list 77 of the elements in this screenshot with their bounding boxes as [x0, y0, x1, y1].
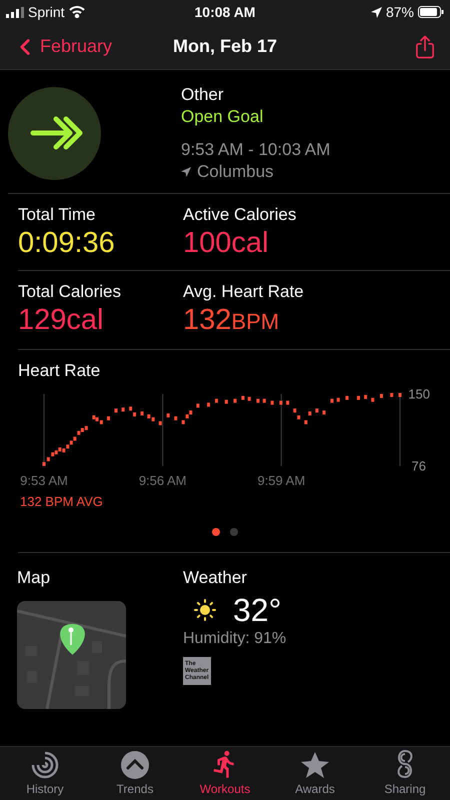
- data-point: [390, 392, 394, 397]
- location-arrow-icon: [181, 167, 191, 177]
- tab-bar-item[interactable]: Trends: [90, 747, 180, 800]
- location-arrow-icon: [370, 6, 382, 18]
- data-point: [140, 411, 144, 416]
- data-point: [214, 398, 218, 403]
- sun-icon: [193, 598, 217, 622]
- axis-label: 9:53 AM: [20, 473, 68, 488]
- axis-label: 9:56 AM: [138, 473, 187, 488]
- data-point: [256, 398, 260, 403]
- data-point: [166, 413, 170, 418]
- data-point: [122, 408, 125, 412]
- workout-location: Columbus: [197, 161, 274, 183]
- workout-time-range: 9:53 AM - 10:03 AM: [181, 139, 330, 161]
- carrier-name: Sprint: [28, 2, 65, 22]
- chevron-up-icon: [121, 751, 149, 779]
- axis-label: 76: [412, 458, 426, 474]
- back-button[interactable]: February: [12, 33, 132, 60]
- tab-bar-item[interactable]: Workouts: [180, 747, 270, 800]
- stat-label: Total Calories: [18, 281, 122, 303]
- axis-label: 9:59 AM: [257, 473, 306, 488]
- workout-goal: Open Goal: [181, 106, 264, 128]
- stat-value: 100cal: [183, 226, 270, 260]
- page-title: Mon, Feb 17: [172, 35, 277, 58]
- data-point: [182, 420, 185, 424]
- data-point: [286, 400, 290, 405]
- stat-label: Total Time: [18, 204, 96, 226]
- data-point: [398, 392, 402, 397]
- stat-value: 129cal: [18, 303, 104, 337]
- stat-label: Active Calories: [183, 204, 296, 226]
- data-point: [248, 396, 251, 401]
- section-title: Weather: [183, 567, 248, 589]
- tab-bar-item[interactable]: Awards: [270, 747, 360, 800]
- data-point: [380, 394, 383, 398]
- data-point: [356, 396, 360, 400]
- battery-icon: [418, 6, 444, 18]
- data-point: [114, 408, 118, 413]
- data-point: [174, 416, 178, 420]
- stat-value: 0:09:36: [18, 226, 116, 260]
- data-point: [241, 396, 244, 400]
- data-point: [364, 394, 368, 399]
- data-point: [158, 421, 162, 426]
- rings-icon: [31, 751, 59, 779]
- battery-percent: 87%: [386, 2, 414, 22]
- tab-bar-item[interactable]: History: [0, 747, 90, 800]
- data-point: [297, 415, 300, 420]
- section-title: Map: [17, 567, 52, 589]
- stat-value: 132BPM: [183, 303, 280, 338]
- clock-time: 10:08 AM: [194, 2, 256, 22]
- data-point: [224, 400, 228, 404]
- data-point: [106, 416, 110, 420]
- data-point: [279, 400, 282, 405]
- workout-type: Other: [181, 84, 225, 106]
- humidity-text: Humidity: 91%: [183, 629, 286, 649]
- data-point: [196, 404, 200, 408]
- data-point: [207, 402, 210, 407]
- data-point: [330, 398, 334, 403]
- data-point: [308, 411, 312, 416]
- wifi-icon: [68, 6, 85, 18]
- star-icon: [300, 751, 330, 779]
- data-point: [270, 400, 274, 405]
- tab-bar-item[interactable]: Sharing: [360, 747, 450, 800]
- data-point: [315, 408, 318, 413]
- data-point: [322, 410, 326, 414]
- data-point: [371, 398, 374, 402]
- data-point: [346, 396, 348, 400]
- axis-label: 150: [408, 388, 430, 402]
- signal-icon: [6, 6, 24, 18]
- data-point: [234, 398, 237, 403]
- temperature: 32°: [233, 591, 282, 629]
- data-point: [336, 398, 340, 402]
- average-label: 132 BPM AVG: [20, 494, 104, 510]
- data-point: [262, 398, 266, 403]
- stat-label: Avg. Heart Rate: [183, 281, 304, 303]
- section-title: Heart Rate: [18, 360, 102, 382]
- data-point: [304, 420, 308, 424]
- data-point: [293, 408, 296, 413]
